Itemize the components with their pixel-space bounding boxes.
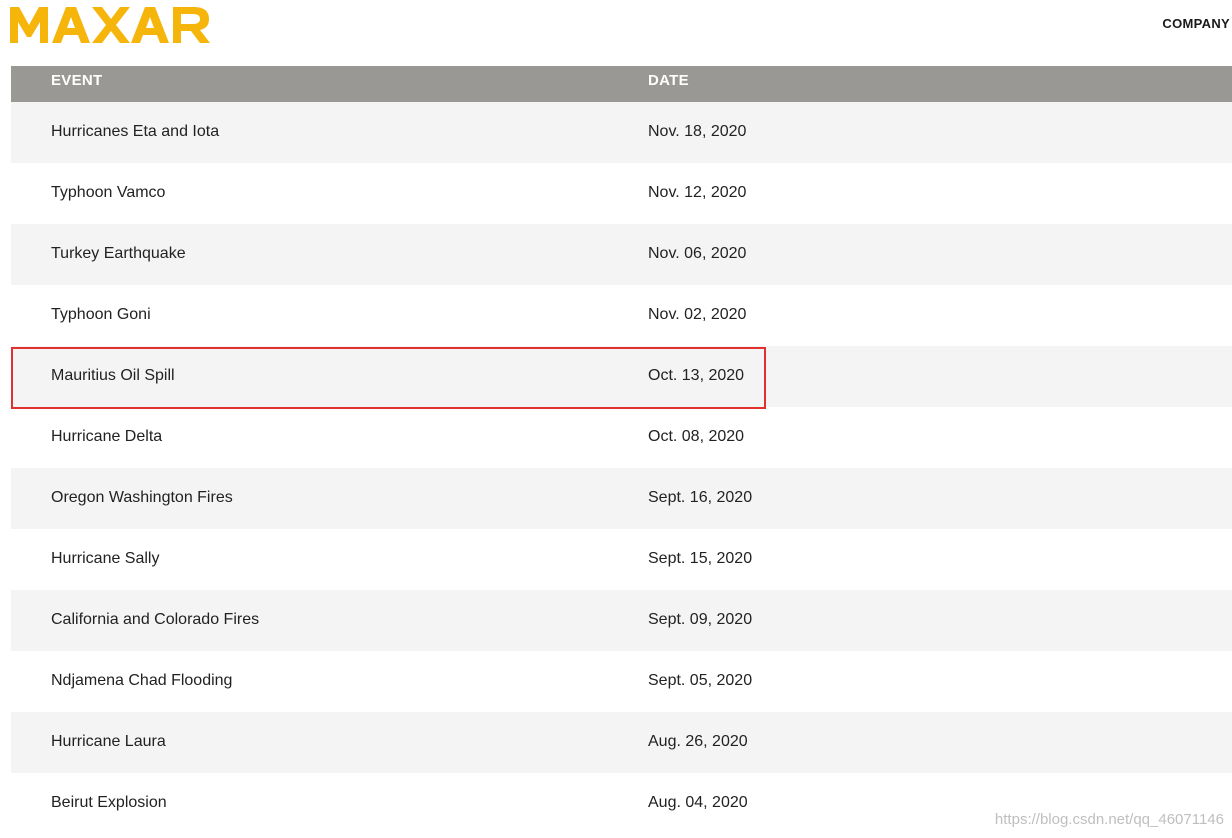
table-row[interactable]: Ndjamena Chad Flooding Sept. 05, 2020 (11, 651, 1232, 712)
event-name[interactable]: Ndjamena Chad Flooding (51, 672, 232, 690)
event-date: Nov. 06, 2020 (648, 245, 747, 262)
table-row[interactable]: Typhoon Vamco Nov. 12, 2020 (11, 163, 1232, 224)
event-name[interactable]: Hurricanes Eta and Iota (51, 123, 219, 141)
event-name[interactable]: Turkey Earthquake (51, 245, 186, 263)
event-name[interactable]: Typhoon Vamco (51, 184, 165, 202)
event-name[interactable]: Hurricane Laura (51, 733, 166, 751)
header-event: EVENT (51, 72, 103, 89)
events-table: EVENT DATE Hurricanes Eta and Iota Nov. 1… (11, 66, 1232, 834)
event-name[interactable]: Oregon Washington Fires (51, 489, 233, 507)
table-row[interactable]: Hurricane Sally Sept. 15, 2020 (11, 529, 1232, 590)
watermark-text: https://blog.csdn.net/qq_46071146 (994, 811, 1224, 828)
table-row[interactable]: California and Colorado Fires Sept. 09, 2… (11, 590, 1232, 651)
event-date: Oct. 08, 2020 (648, 428, 745, 445)
table-row[interactable]: Mauritius Oil Spill Oct. 13, 2020 (11, 346, 1232, 407)
event-date: Oct. 13, 2020 (648, 367, 745, 384)
event-name[interactable]: Typhoon Goni (51, 306, 151, 324)
table-body: Hurricanes Eta and Iota Nov. 18, 2020 Typ… (11, 102, 1232, 834)
event-date: Sept. 05, 2020 (648, 672, 753, 689)
maxar-logo[interactable] (10, 4, 212, 44)
event-date: Nov. 12, 2020 (648, 184, 747, 201)
table-row[interactable]: Hurricane Delta Oct. 08, 2020 (11, 407, 1232, 468)
table-row[interactable]: Hurricane Laura Aug. 26, 2020 (11, 712, 1232, 773)
page: COMPANY EVENT DATE Hurricanes Eta and Io… (0, 0, 1232, 838)
header-date: DATE (648, 72, 689, 89)
event-name[interactable]: Mauritius Oil Spill (51, 367, 175, 385)
table-row[interactable]: Oregon Washington Fires Sept. 16, 2020 (11, 468, 1232, 529)
event-date: Aug. 26, 2020 (648, 733, 748, 750)
table-row[interactable]: Turkey Earthquake Nov. 06, 2020 (11, 224, 1232, 285)
event-date: Nov. 02, 2020 (648, 306, 747, 323)
event-date: Sept. 15, 2020 (648, 550, 753, 567)
maxar-logo-mark (10, 7, 210, 43)
nav-company-link[interactable]: COMPANY (1162, 16, 1230, 31)
event-name[interactable]: California and Colorado Fires (51, 611, 259, 629)
table-row[interactable]: Typhoon Goni Nov. 02, 2020 (11, 285, 1232, 346)
event-date: Sept. 09, 2020 (648, 611, 753, 628)
table-row[interactable]: Hurricanes Eta and Iota Nov. 18, 2020 (11, 102, 1232, 163)
event-name[interactable]: Hurricane Sally (51, 550, 159, 568)
event-date: Sept. 16, 2020 (648, 489, 753, 506)
event-name[interactable]: Beirut Explosion (51, 794, 167, 812)
event-name[interactable]: Hurricane Delta (51, 428, 162, 446)
event-date: Aug. 04, 2020 (648, 794, 748, 811)
event-date: Nov. 18, 2020 (648, 123, 747, 140)
table-header: EVENT DATE (11, 66, 1232, 102)
